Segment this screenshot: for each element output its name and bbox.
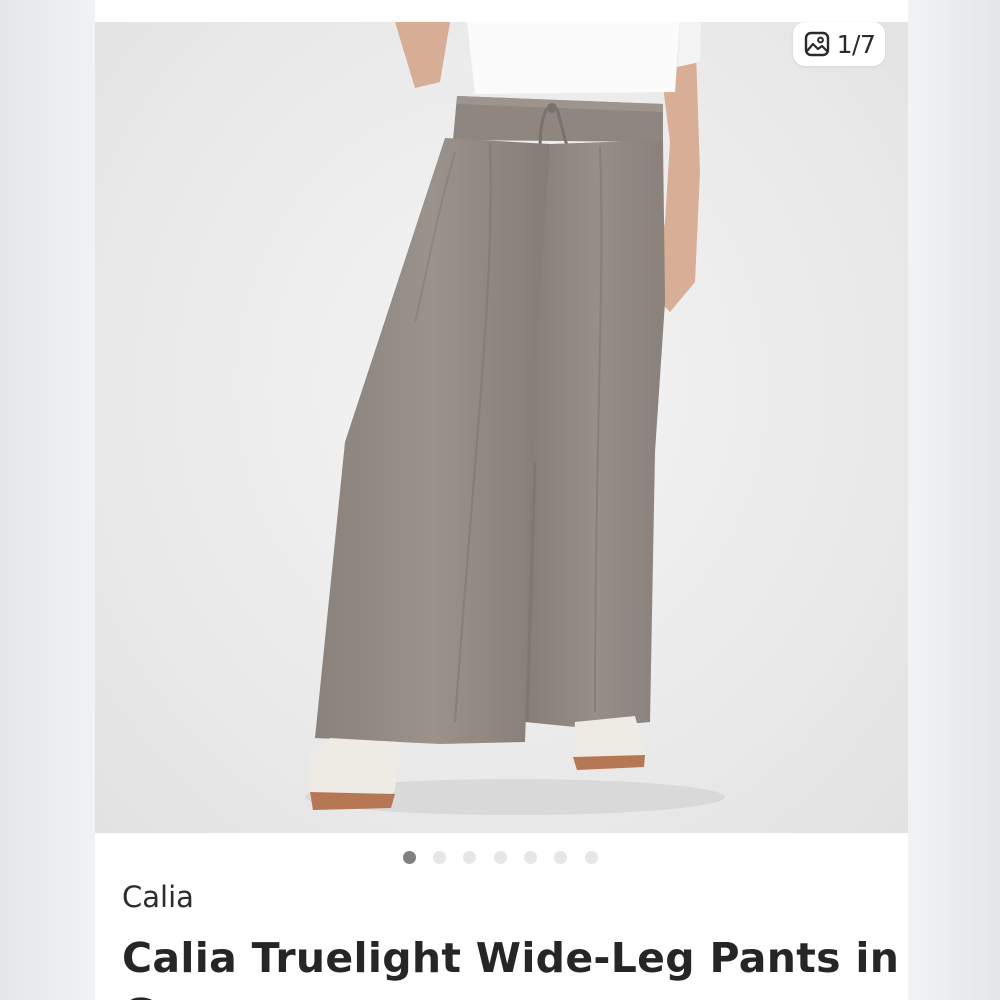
carousel-dot-7[interactable] xyxy=(585,851,598,864)
carousel-dot-4[interactable] xyxy=(494,851,507,864)
background-left-panel xyxy=(0,0,95,1000)
carousel-dot-2[interactable] xyxy=(433,851,446,864)
brand-name[interactable]: Calia xyxy=(122,880,194,914)
image-counter-badge[interactable]: 1/7 xyxy=(793,22,885,66)
product-title: Calia Truelight Wide-Leg Pants in G xyxy=(122,934,900,1000)
product-card: 1/7 Calia Calia Truelight Wide-Leg Pants… xyxy=(95,0,908,1000)
carousel-dot-6[interactable] xyxy=(554,851,567,864)
image-counter-text: 1/7 xyxy=(836,29,876,59)
image-gallery-icon xyxy=(804,31,829,57)
carousel-dot-1[interactable] xyxy=(403,851,416,864)
carousel-dot-5[interactable] xyxy=(524,851,537,864)
product-image[interactable] xyxy=(95,22,908,833)
background-right-panel xyxy=(908,0,1000,1000)
carousel-dot-3[interactable] xyxy=(463,851,476,864)
carousel-pagination xyxy=(95,849,908,865)
